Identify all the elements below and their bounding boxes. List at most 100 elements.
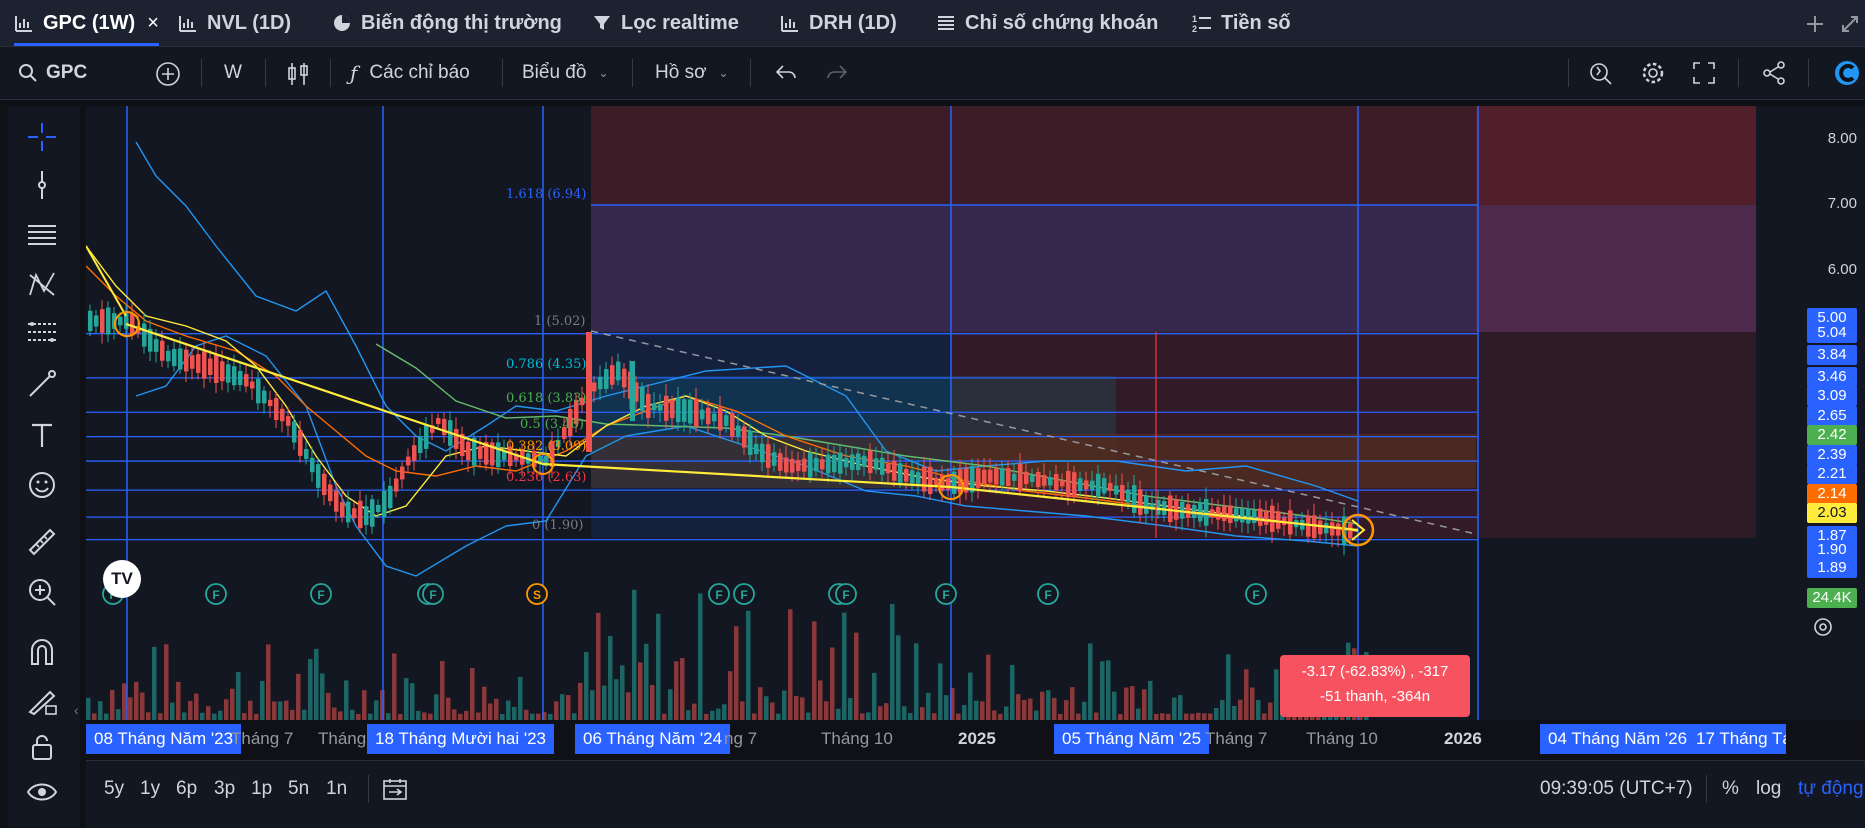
candle-body xyxy=(184,349,189,372)
interval-button[interactable]: W xyxy=(224,47,242,99)
tab-realtime-filter[interactable]: Lọc realtime xyxy=(592,0,739,46)
indicators-button[interactable]: ƒ Các chỉ báo xyxy=(350,47,470,99)
candles-icon[interactable] xyxy=(286,61,310,87)
redo-icon[interactable] xyxy=(826,63,848,83)
ruler-icon[interactable] xyxy=(26,526,58,558)
candle-body xyxy=(1252,510,1257,523)
chart-type-dropdown[interactable]: Biểu đồ ⌄ xyxy=(522,47,609,99)
tab-crypto[interactable]: 12 Tiền số xyxy=(1192,0,1291,46)
percent-scale-button[interactable]: % xyxy=(1722,761,1739,817)
plus-icon[interactable] xyxy=(1805,14,1825,34)
volume-bar xyxy=(452,709,457,720)
candle-body xyxy=(934,477,939,486)
lock-drawing-icon[interactable] xyxy=(26,684,58,716)
volume-bar xyxy=(1112,691,1117,720)
volume-bar xyxy=(428,713,433,720)
price-axis[interactable]: 8.00 7.00 6.00 5.00 5.04 3.84 3.46 3.09 … xyxy=(1780,106,1865,720)
date-range-icon[interactable] xyxy=(382,777,408,801)
tradingview-logo[interactable]: TV xyxy=(103,560,141,598)
tab-market-movement[interactable]: Biến động thị trường xyxy=(332,0,562,46)
volume-bar xyxy=(992,710,997,720)
volume-bar xyxy=(1202,713,1207,720)
text-icon[interactable] xyxy=(26,419,58,451)
volume-bar xyxy=(758,687,763,720)
auto-scale-button[interactable]: tự động xyxy=(1798,761,1864,817)
gear-icon[interactable] xyxy=(1640,60,1666,86)
zoom-in-icon[interactable] xyxy=(26,576,58,608)
separator xyxy=(1738,59,1739,87)
undo-icon[interactable] xyxy=(775,63,797,83)
volume-bar xyxy=(152,646,157,720)
timeframe-6m[interactable]: 6p xyxy=(176,761,197,817)
horizontal-lines-icon[interactable] xyxy=(26,218,58,250)
clock[interactable]: 09:39:05 (UTC+7) xyxy=(1540,761,1693,817)
volume-bar xyxy=(662,713,667,720)
log-scale-button[interactable]: log xyxy=(1756,761,1781,817)
volume-bar xyxy=(908,713,913,720)
tab-stock-index[interactable]: Chỉ số chứng khoán xyxy=(936,0,1158,46)
close-icon[interactable]: × xyxy=(147,12,159,35)
separator xyxy=(201,59,202,87)
volume-bar xyxy=(614,679,619,720)
profile-dropdown[interactable]: Hồ sơ ⌄ xyxy=(655,47,729,99)
candle-body xyxy=(1270,505,1275,532)
brush-icon[interactable] xyxy=(26,368,58,400)
candle-body xyxy=(1102,478,1107,494)
candle-body xyxy=(262,390,267,404)
timeframe-1d[interactable]: 1n xyxy=(326,761,347,817)
fib-label: 1.618 (6.94) xyxy=(506,187,586,202)
timeframe-5y[interactable]: 5y xyxy=(104,761,124,817)
volume-bar xyxy=(1172,697,1177,720)
pattern-icon[interactable] xyxy=(26,269,58,301)
volume-bar xyxy=(482,686,487,720)
volume-bar xyxy=(644,643,649,720)
candle-body xyxy=(586,332,592,452)
fullscreen-icon[interactable] xyxy=(1692,61,1716,85)
timeframe-3m[interactable]: 3p xyxy=(214,761,235,817)
candle-body xyxy=(1126,489,1131,503)
replay-icon[interactable] xyxy=(1588,60,1614,86)
chevron-down-icon: ⌄ xyxy=(718,66,729,80)
tab-drh[interactable]: DRH (1D) xyxy=(780,0,897,46)
pie-icon xyxy=(334,15,350,31)
candle-body xyxy=(682,399,687,422)
volume-bar xyxy=(416,710,421,720)
timeframe-5d[interactable]: 5n xyxy=(288,761,309,817)
volume-bar xyxy=(464,710,469,720)
tab-nvl[interactable]: NVL (1D) xyxy=(178,0,291,46)
lock-icon[interactable] xyxy=(26,731,58,763)
volume-bar xyxy=(314,648,319,720)
volume-bar xyxy=(128,697,133,720)
candle-body xyxy=(604,369,609,389)
expand-icon[interactable] xyxy=(1840,14,1860,34)
symbol-search[interactable]: GPC xyxy=(18,47,87,99)
fib-icon[interactable] xyxy=(26,318,58,350)
candle-body xyxy=(334,490,339,512)
volume-bar xyxy=(620,665,625,720)
measure-tooltip: -3.17 (-62.83%) , -317 -51 thanh, -364n xyxy=(1280,655,1470,717)
candle-body xyxy=(244,374,249,387)
timeframe-1y[interactable]: 1y xyxy=(140,761,160,817)
candle-body xyxy=(982,469,987,484)
eye-icon[interactable] xyxy=(26,776,58,808)
price-tick: 8.00 xyxy=(1827,130,1857,147)
emoji-icon[interactable] xyxy=(26,469,58,501)
filter-icon xyxy=(594,16,610,30)
trend-line-icon[interactable] xyxy=(26,169,58,201)
volume-bar xyxy=(608,636,613,720)
share-icon[interactable] xyxy=(1762,61,1786,85)
magnet-icon[interactable] xyxy=(26,636,58,668)
collapse-toolbar-icon[interactable]: ‹ xyxy=(74,702,79,718)
timeframe-1m[interactable]: 1p xyxy=(251,761,272,817)
volume-bar xyxy=(920,707,925,720)
chart-pane[interactable]: 1.618 (6.94) 1 (5.02) 0.786 (4.35) 0.618 (3… xyxy=(86,106,1780,720)
volume-bar xyxy=(1256,700,1261,720)
volume-bar xyxy=(770,702,775,720)
settings-icon[interactable] xyxy=(1812,616,1834,638)
drawing-toolbar: ‹ xyxy=(8,106,80,827)
add-symbol-icon[interactable] xyxy=(155,61,181,87)
svg-text:1: 1 xyxy=(1192,14,1197,24)
volume-bar xyxy=(1184,713,1189,720)
crosshair-icon[interactable] xyxy=(26,121,58,153)
tab-gpc[interactable]: GPC (1W) × xyxy=(14,0,159,46)
